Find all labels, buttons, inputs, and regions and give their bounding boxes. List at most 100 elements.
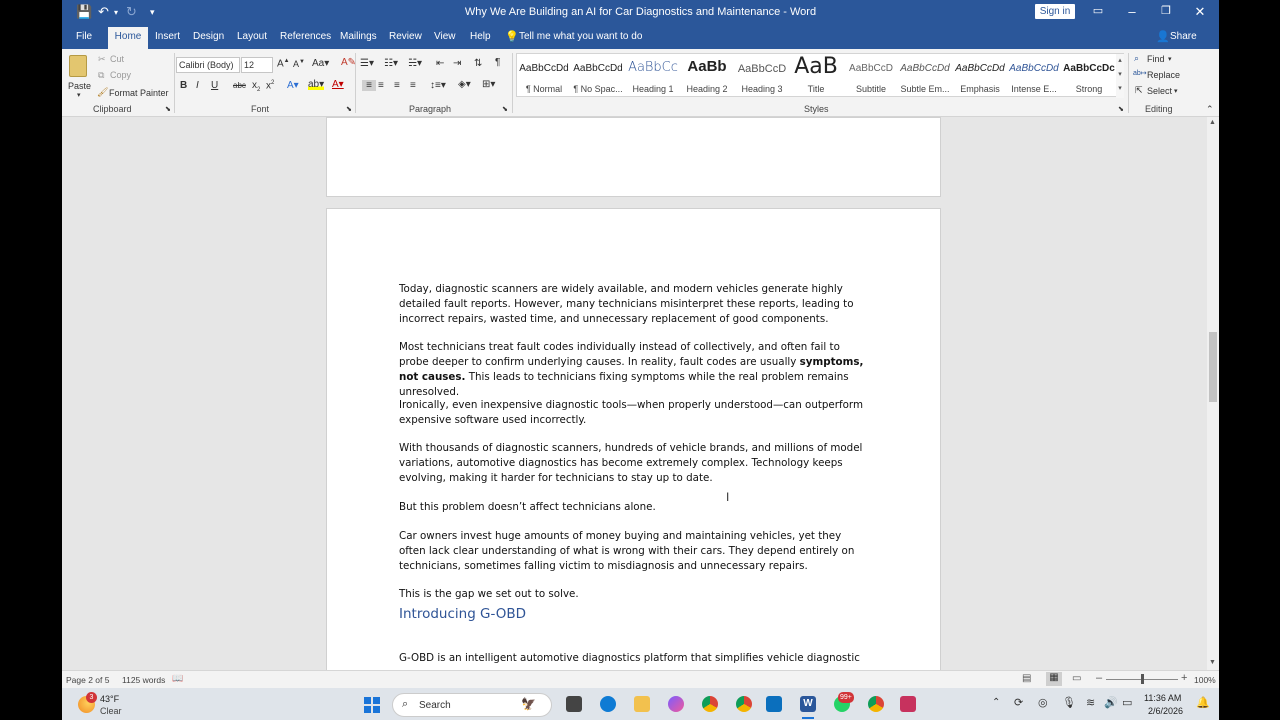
cut-icon[interactable]: ✂ xyxy=(98,54,106,65)
styles-scroll[interactable]: ▴ ▾ ▾ xyxy=(1116,54,1124,98)
paragraph-1[interactable]: Today, diagnostic scanners are widely av… xyxy=(399,282,871,327)
chevron-down-icon[interactable]: ▾ xyxy=(1174,87,1178,95)
paste-button[interactable]: Paste ▾ xyxy=(66,53,92,99)
format-painter-icon[interactable]: 🖌 xyxy=(97,87,108,98)
chrome-icon[interactable] xyxy=(736,696,752,712)
shading-icon[interactable]: ◈▾ xyxy=(458,79,471,90)
windows-start-icon[interactable] xyxy=(364,697,380,713)
style-normal[interactable]: AaBbCcDd ¶ Normal xyxy=(517,54,571,98)
ribbon-display-icon[interactable]: ▭ xyxy=(1088,4,1108,17)
volume-icon[interactable]: 🔊 xyxy=(1104,696,1118,709)
tab-design[interactable]: Design xyxy=(193,31,224,42)
collapse-ribbon-icon[interactable]: ⌃ xyxy=(1206,104,1214,115)
web-layout-icon[interactable]: ▭ xyxy=(1072,673,1081,684)
justify-icon[interactable]: ≡ xyxy=(410,80,416,91)
tab-home[interactable]: Home xyxy=(108,27,148,49)
tab-review[interactable]: Review xyxy=(389,31,422,42)
page-2[interactable]: Today, diagnostic scanners are widely av… xyxy=(326,208,941,670)
font-color-icon[interactable]: A▾ xyxy=(332,79,344,90)
bullets-icon[interactable]: ☰▾ xyxy=(360,58,374,69)
style-subtle-emphasis[interactable]: AaBbCcDd Subtle Em... xyxy=(898,54,952,98)
vertical-scrollbar[interactable]: ▲ ▼ xyxy=(1207,117,1219,670)
weather-widget[interactable]: 3 43°F Clear xyxy=(76,692,156,718)
select-button[interactable]: Select xyxy=(1147,86,1172,96)
borders-icon[interactable]: ⊞▾ xyxy=(482,79,495,90)
close-icon[interactable]: ✕ xyxy=(1190,4,1210,20)
scroll-down-icon[interactable]: ▼ xyxy=(1209,659,1216,666)
style-subtitle[interactable]: AaBbCcD Subtitle xyxy=(844,54,898,98)
italic-icon[interactable]: I xyxy=(196,80,199,91)
chrome-icon[interactable] xyxy=(868,696,884,712)
tab-insert[interactable]: Insert xyxy=(155,31,180,42)
paragraph-5[interactable]: But this problem doesn’t affect technici… xyxy=(399,500,871,515)
dialog-launcher-icon[interactable]: ⬊ xyxy=(1118,105,1124,113)
section-heading[interactable]: Introducing G-OBD xyxy=(399,606,526,622)
grow-font-icon[interactable]: A▲ xyxy=(277,58,290,69)
line-spacing-icon[interactable]: ↕≡▾ xyxy=(430,80,446,91)
location-icon[interactable]: ◎ xyxy=(1038,696,1048,709)
tab-layout[interactable]: Layout xyxy=(237,31,267,42)
strikethrough-icon[interactable]: abc xyxy=(233,81,246,90)
align-right-icon[interactable]: ≡ xyxy=(394,80,400,91)
bold-icon[interactable]: B xyxy=(180,80,187,91)
word-taskbar-icon[interactable]: W xyxy=(800,696,816,712)
find-icon[interactable]: ⌕ xyxy=(1134,53,1139,64)
pilcrow-icon[interactable]: ¶ xyxy=(495,57,500,68)
tab-references[interactable]: References xyxy=(280,31,331,42)
paragraph-7[interactable]: This is the gap we set out to solve. xyxy=(399,587,871,602)
tab-help[interactable]: Help xyxy=(470,31,491,42)
tab-view[interactable]: View xyxy=(434,31,456,42)
numbering-icon[interactable]: ☷▾ xyxy=(384,58,398,69)
find-button[interactable]: Find xyxy=(1147,54,1165,64)
font-name-box[interactable]: Calibri (Body) xyxy=(176,57,240,73)
zoom-slider-thumb[interactable] xyxy=(1141,674,1144,684)
edge-icon[interactable] xyxy=(600,696,616,712)
format-painter-button[interactable]: Format Painter xyxy=(109,88,169,98)
paragraph-2[interactable]: Most technicians treat fault codes indiv… xyxy=(399,340,871,400)
battery-icon[interactable]: ▭ xyxy=(1122,696,1132,709)
print-layout-icon[interactable]: ▦ xyxy=(1046,672,1062,686)
read-mode-icon[interactable]: ▤ xyxy=(1022,673,1031,684)
word-count[interactable]: 1125 words xyxy=(122,675,165,685)
style-no-spacing[interactable]: AaBbCcDd ¶ No Spac... xyxy=(571,54,625,98)
page-1[interactable] xyxy=(326,117,941,197)
share-button[interactable]: Share xyxy=(1170,31,1197,42)
chrome-icon[interactable] xyxy=(702,696,718,712)
style-title[interactable]: AaB Title xyxy=(789,54,843,98)
paragraph-6[interactable]: Car owners invest huge amounts of money … xyxy=(399,529,871,574)
scrollbar-thumb[interactable] xyxy=(1209,332,1217,402)
copilot-icon[interactable] xyxy=(668,696,684,712)
replace-button[interactable]: Replace xyxy=(1147,70,1180,80)
copy-icon[interactable]: ⧉ xyxy=(98,70,104,81)
clock-date[interactable]: 2/6/2026 xyxy=(1148,706,1183,716)
wifi-icon[interactable]: ≋ xyxy=(1086,696,1095,709)
cut-button[interactable]: Cut xyxy=(110,54,124,64)
increase-indent-icon[interactable]: ⇥ xyxy=(453,58,461,69)
proofing-icon[interactable]: 📖 xyxy=(172,673,183,684)
multilevel-list-icon[interactable]: ☵▾ xyxy=(408,58,422,69)
store-icon[interactable] xyxy=(766,696,782,712)
file-explorer-icon[interactable] xyxy=(634,696,650,712)
zoom-level[interactable]: 100% xyxy=(1194,675,1216,685)
clear-formatting-icon[interactable]: A✎ xyxy=(341,57,356,68)
chevron-down-icon[interactable]: ▾ xyxy=(1168,55,1172,63)
underline-icon[interactable]: U xyxy=(211,80,218,91)
style-heading-2[interactable]: AaBb Heading 2 xyxy=(680,54,734,98)
shrink-font-icon[interactable]: A▼ xyxy=(293,59,305,69)
copy-button[interactable]: Copy xyxy=(110,70,131,80)
style-heading-1[interactable]: AaBbCc Heading 1 xyxy=(626,54,680,98)
font-size-box[interactable]: 12 xyxy=(241,57,273,73)
decrease-indent-icon[interactable]: ⇤ xyxy=(436,58,444,69)
highlight-color-icon[interactable]: ab▾ xyxy=(308,79,325,90)
align-center-icon[interactable]: ≡ xyxy=(378,80,384,91)
zoom-out-icon[interactable]: – xyxy=(1096,672,1102,684)
tell-me-search[interactable]: Tell me what you want to do xyxy=(519,31,642,42)
chevron-up-icon[interactable]: ⌃ xyxy=(992,697,1000,708)
sort-icon[interactable]: ⇅ xyxy=(474,58,482,69)
taskbar-search[interactable]: ⌕ Search 🦅 xyxy=(392,693,552,717)
tab-mailings[interactable]: Mailings xyxy=(340,31,377,42)
zoom-in-icon[interactable]: + xyxy=(1181,672,1187,684)
paragraph-4[interactable]: With thousands of diagnostic scanners, h… xyxy=(399,441,871,486)
style-emphasis[interactable]: AaBbCcDd Emphasis xyxy=(953,54,1007,98)
snipping-tool-icon[interactable] xyxy=(900,696,916,712)
